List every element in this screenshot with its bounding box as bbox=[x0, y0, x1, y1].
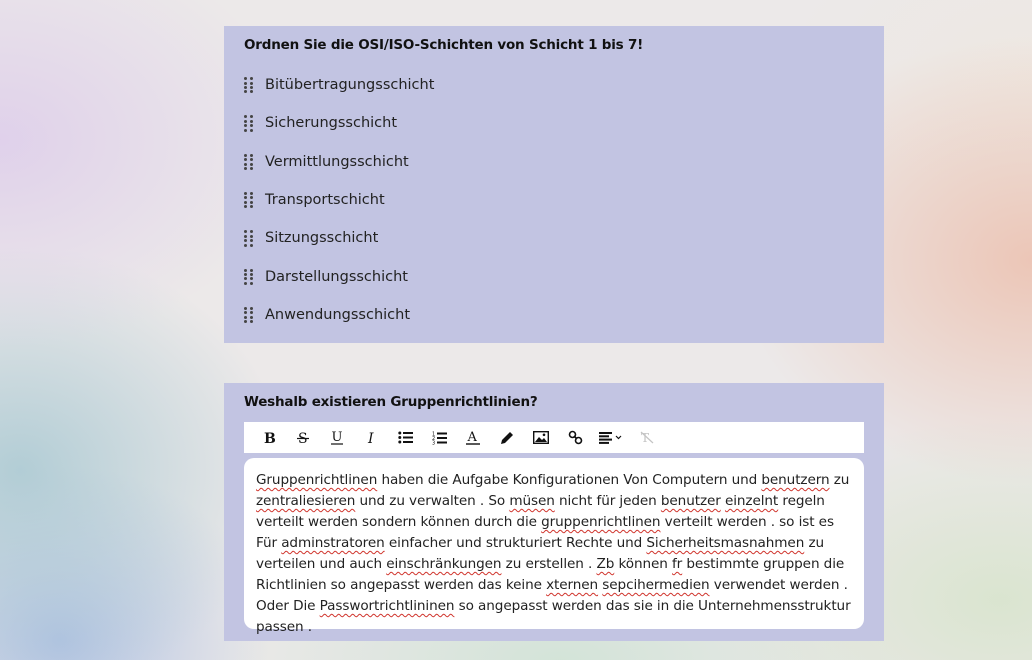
sortable-item-label: Darstellungsschicht bbox=[265, 268, 408, 285]
svg-text:B: B bbox=[264, 431, 276, 445]
underline-icon[interactable]: U bbox=[320, 422, 354, 453]
misspelled-word: fr bbox=[672, 556, 683, 572]
sortable-item[interactable]: Sitzungsschicht bbox=[244, 219, 864, 257]
drag-handle-icon[interactable] bbox=[244, 77, 254, 94]
misspelled-word: benutzer bbox=[660, 493, 721, 509]
drag-handle-icon[interactable] bbox=[244, 153, 254, 170]
sortable-item-label: Transportschicht bbox=[265, 192, 385, 209]
sortable-item[interactable]: Darstellungsschicht bbox=[244, 257, 864, 295]
link-icon[interactable] bbox=[558, 422, 592, 453]
sortable-item-label: Bitübertragungsschicht bbox=[265, 77, 435, 94]
strikethrough-icon[interactable]: S bbox=[286, 422, 320, 453]
misspelled-word: zentraliesieren bbox=[256, 493, 356, 509]
sortable-list: Bitübertragungsschicht Sicherungsschicht… bbox=[244, 66, 864, 334]
misspelled-word: Passwortrichtlininen bbox=[319, 598, 455, 614]
numbered-list-icon[interactable]: 123 bbox=[422, 422, 456, 453]
italic-icon[interactable]: I bbox=[354, 422, 388, 453]
misspelled-word: benutzern bbox=[761, 472, 830, 488]
answer-text: nicht für jeden bbox=[554, 493, 661, 509]
sortable-item-label: Sicherungsschicht bbox=[265, 115, 398, 132]
sortable-item[interactable]: Transportschicht bbox=[244, 181, 864, 219]
editor-toolbar: B S U I 123 A T bbox=[244, 422, 864, 453]
answer-text: zu bbox=[829, 472, 850, 488]
drag-handle-icon[interactable] bbox=[244, 268, 254, 285]
sortable-item[interactable]: Bitübertragungsschicht bbox=[244, 66, 864, 104]
clear-format-icon[interactable]: T bbox=[630, 422, 664, 453]
drag-handle-icon[interactable] bbox=[244, 230, 254, 247]
sortable-item-label: Anwendungsschicht bbox=[265, 306, 411, 323]
image-icon[interactable] bbox=[524, 422, 558, 453]
align-dropdown[interactable] bbox=[592, 422, 630, 453]
svg-text:U: U bbox=[332, 430, 343, 445]
svg-text:I: I bbox=[367, 431, 374, 445]
misspelled-word: müsen bbox=[509, 493, 555, 509]
question-card-gpo: Weshalb existieren Gruppenrichtlinien? B… bbox=[224, 383, 884, 641]
misspelled-word: einschränkungen bbox=[386, 556, 502, 572]
question-card-osi: Ordnen Sie die OSI/ISO-Schichten von Sch… bbox=[224, 26, 884, 343]
question-title: Ordnen Sie die OSI/ISO-Schichten von Sch… bbox=[244, 37, 644, 53]
drag-handle-icon[interactable] bbox=[244, 115, 254, 132]
text-color-icon[interactable]: A bbox=[456, 422, 490, 453]
misspelled-word: gruppenrichtlinen bbox=[541, 514, 661, 530]
sortable-item[interactable]: Anwendungsschicht bbox=[244, 296, 864, 334]
sortable-item[interactable]: Sicherungsschicht bbox=[244, 104, 864, 142]
misspelled-word: Gruppenrichtlinen bbox=[256, 472, 378, 488]
misspelled-word: adminstratoren bbox=[281, 535, 385, 551]
align-left-icon bbox=[599, 431, 622, 444]
sortable-item-label: Vermittlungsschicht bbox=[265, 153, 409, 170]
svg-text:A: A bbox=[467, 430, 478, 445]
answer-text: haben die Aufgabe Konfigurationen Von Co… bbox=[377, 472, 762, 488]
answer-text: und zu verwalten . So bbox=[355, 493, 510, 509]
answer-text-editor[interactable]: Gruppenrichtlinen haben die Aufgabe Konf… bbox=[244, 458, 864, 635]
misspelled-word: einzelnt bbox=[724, 493, 779, 509]
answer-text: einfacher und strukturiert Rechte und bbox=[384, 535, 647, 551]
answer-text: zu erstellen . bbox=[501, 556, 597, 572]
highlight-pen-icon[interactable] bbox=[490, 422, 524, 453]
misspelled-word: Sicherheitsmasnahmen bbox=[646, 535, 805, 551]
question-title: Weshalb existieren Gruppenrichtlinien? bbox=[244, 394, 538, 410]
bold-icon[interactable]: B bbox=[252, 422, 286, 453]
sortable-item[interactable]: Vermittlungsschicht bbox=[244, 143, 864, 181]
svg-text:3: 3 bbox=[432, 440, 435, 445]
sortable-item-label: Sitzungsschicht bbox=[265, 230, 379, 247]
bullet-list-icon[interactable] bbox=[388, 422, 422, 453]
drag-handle-icon[interactable] bbox=[244, 306, 254, 324]
misspelled-word: sepcihermedien bbox=[602, 577, 710, 593]
answer-text: können bbox=[614, 556, 672, 572]
drag-handle-icon[interactable] bbox=[244, 192, 254, 209]
misspelled-word: xternen bbox=[546, 577, 599, 593]
misspelled-word: Zb bbox=[596, 556, 615, 572]
